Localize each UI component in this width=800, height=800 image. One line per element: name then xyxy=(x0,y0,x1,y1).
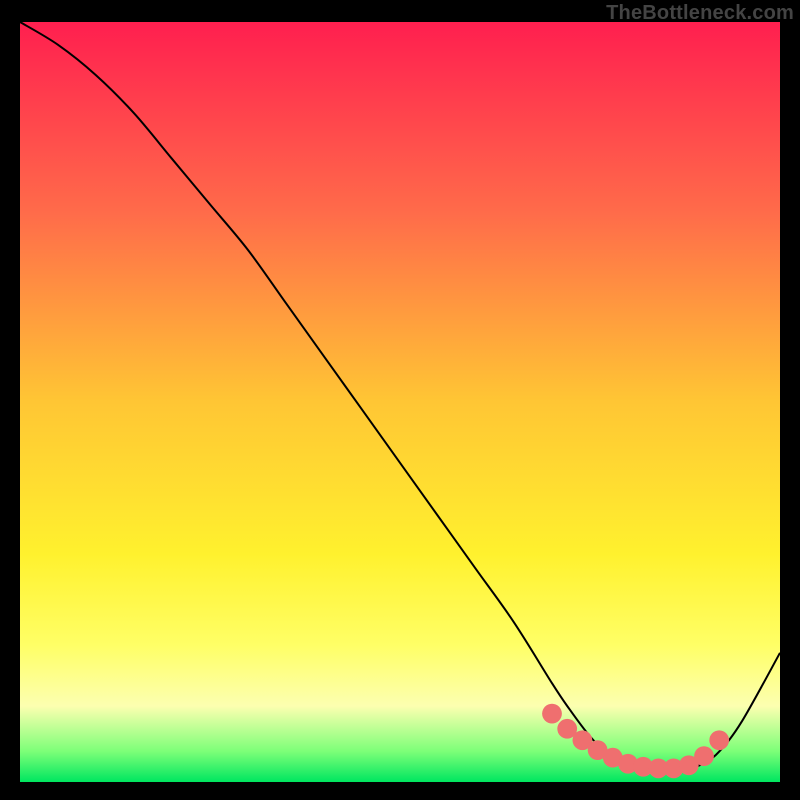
bottleneck-curve xyxy=(20,22,780,782)
highlight-dot xyxy=(542,704,562,724)
highlight-dot xyxy=(694,746,714,766)
optimal-range-dots xyxy=(542,704,729,778)
curve-path xyxy=(20,22,780,771)
highlight-dot xyxy=(709,730,729,750)
chart-frame: TheBottleneck.com xyxy=(0,0,800,800)
plot-area xyxy=(20,22,780,782)
